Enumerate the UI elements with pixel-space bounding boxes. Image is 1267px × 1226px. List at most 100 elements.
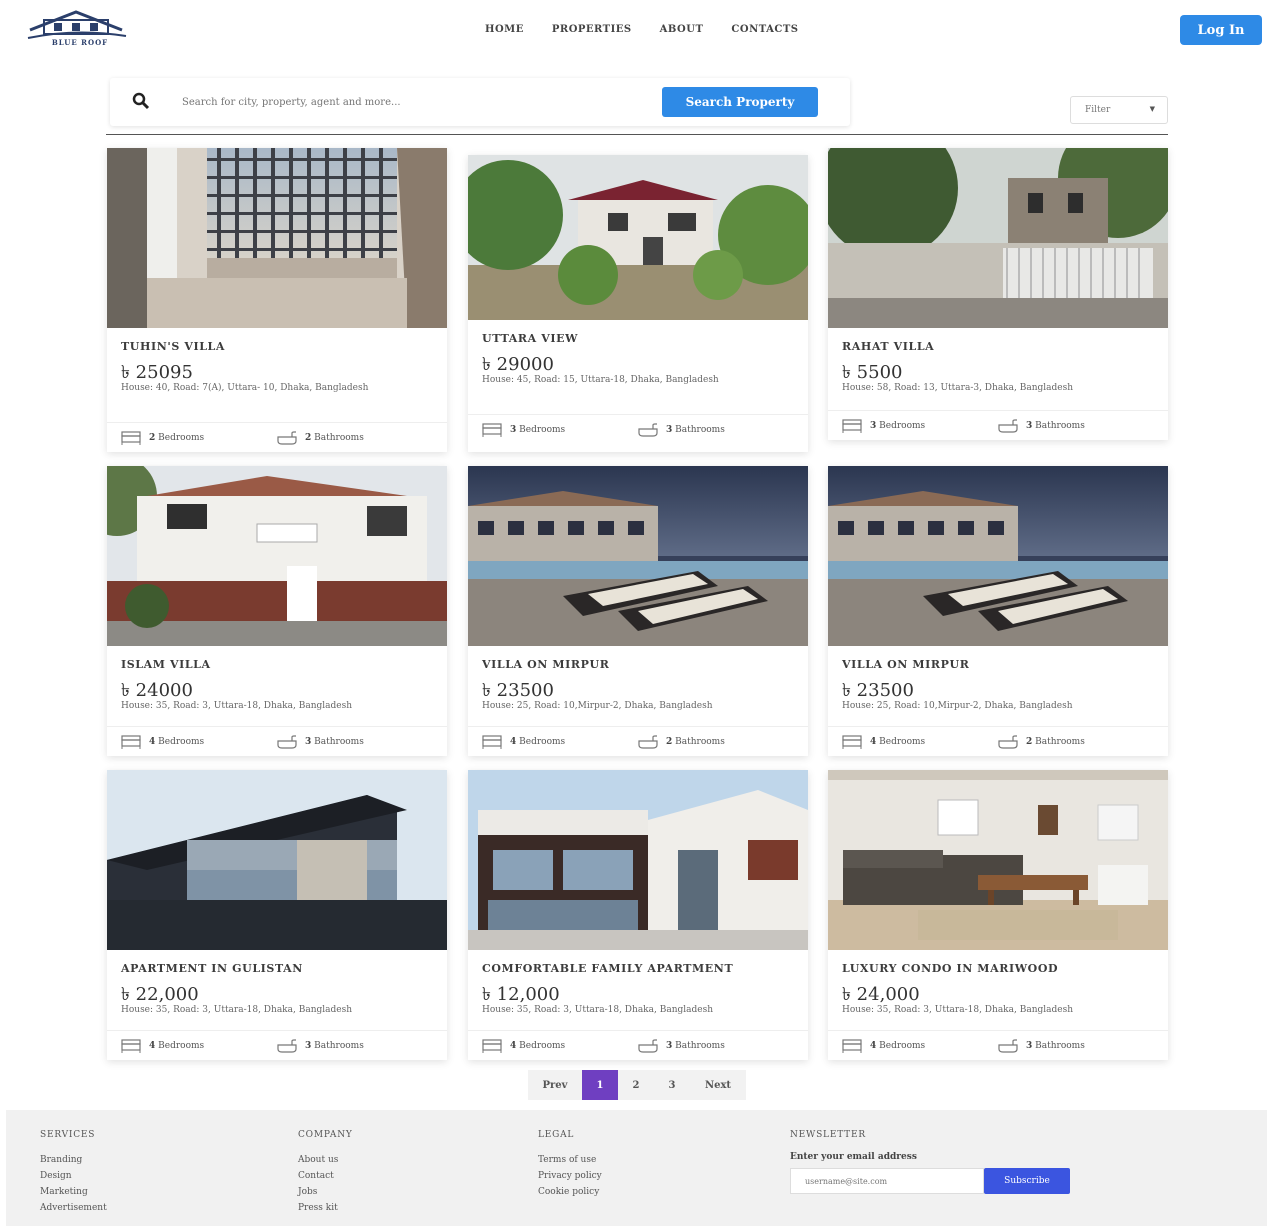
bedrooms-info: 4 Bedrooms (121, 1039, 204, 1053)
logo-text: BLUE ROOF (51, 38, 109, 47)
footer-link-jobs[interactable]: Jobs (298, 1184, 353, 1200)
bathtub-icon (998, 419, 1018, 433)
nav-home[interactable]: HOME (485, 24, 524, 35)
newsletter-email-input[interactable] (790, 1168, 984, 1194)
bed-icon (482, 1039, 502, 1053)
property-title[interactable]: COMFORTABLE FAMILY APARTMENT (482, 962, 733, 975)
bedrooms-label: Bedrooms (158, 737, 205, 747)
bedrooms-label: Bedrooms (879, 1041, 926, 1051)
nav-about[interactable]: ABOUT (660, 24, 704, 35)
footer-link-cookie[interactable]: Cookie policy (538, 1184, 602, 1200)
bathrooms-info: 3 Bathrooms (277, 1039, 364, 1053)
property-title[interactable]: VILLA ON MIRPUR (842, 658, 969, 671)
nav-contacts[interactable]: CONTACTS (731, 24, 798, 35)
pagination-next[interactable]: Next (690, 1070, 746, 1100)
bathrooms-info: 3 Bathrooms (998, 419, 1085, 433)
footer-heading: NEWSLETTER (790, 1130, 866, 1140)
site-footer: SERVICES Branding Design Marketing Adver… (6, 1110, 1267, 1226)
bathtub-icon (998, 735, 1018, 749)
property-address: House: 35, Road: 3, Uttara-18, Dhaka, Ba… (842, 1005, 1074, 1015)
property-title[interactable]: TUHIN'S VILLA (121, 340, 225, 353)
pagination-prev[interactable]: Prev (528, 1070, 582, 1100)
property-image[interactable] (107, 148, 447, 328)
property-card[interactable]: RAHAT VILLA ৳ 5500 House: 58, Road: 13, Ut… (828, 148, 1168, 440)
property-image[interactable] (468, 770, 808, 950)
property-card[interactable]: ISLAM VILLA ৳ 24000 House: 35, Road: 3, Ut… (107, 466, 447, 756)
property-image[interactable] (828, 148, 1168, 328)
property-image[interactable] (828, 770, 1168, 950)
footer-heading: SERVICES (40, 1130, 96, 1140)
property-card[interactable]: COMFORTABLE FAMILY APARTMENT ৳ 12,000 Hous… (468, 770, 808, 1060)
site-header: BLUE ROOF HOME PROPERTIES ABOUT CONTACTS… (0, 0, 1267, 62)
footer-link-advertisement[interactable]: Advertisement (40, 1200, 107, 1216)
property-card[interactable]: TUHIN'S VILLA ৳ 25095 House: 40, Road: 7(A… (107, 148, 447, 452)
bedroom-count: 4 (510, 737, 517, 747)
bedrooms-info: 2 Bedrooms (121, 431, 204, 445)
property-title[interactable]: APARTMENT IN GULISTAN (121, 962, 303, 975)
property-card[interactable]: UTTARA VIEW ৳ 29000 House: 45, Road: 15, U… (468, 155, 808, 452)
bathroom-count: 3 (1026, 1041, 1033, 1051)
property-features: 4 Bedrooms 2 Bathrooms (468, 726, 808, 754)
pagination-page-1[interactable]: 1 (582, 1070, 618, 1100)
bedroom-count: 4 (149, 1041, 156, 1051)
property-title[interactable]: UTTARA VIEW (482, 332, 578, 345)
property-image[interactable] (828, 466, 1168, 646)
filter-select[interactable]: Filter ▼ (1070, 96, 1168, 124)
bathrooms-label: Bathrooms (314, 737, 364, 747)
bathrooms-label: Bathrooms (1035, 737, 1085, 747)
pagination-page-2[interactable]: 2 (618, 1070, 654, 1100)
footer-link-contact[interactable]: Contact (298, 1168, 353, 1184)
footer-legal: LEGAL Terms of use Privacy policy Cookie… (538, 1130, 602, 1200)
nav-properties[interactable]: PROPERTIES (552, 24, 632, 35)
bedrooms-info: 4 Bedrooms (482, 735, 565, 749)
bathrooms-label: Bathrooms (1035, 421, 1085, 431)
property-card[interactable]: LUXURY CONDO IN MARIWOOD ৳ 24,000 House: 3… (828, 770, 1168, 1060)
property-image[interactable] (107, 770, 447, 950)
property-title[interactable]: LUXURY CONDO IN MARIWOOD (842, 962, 1058, 975)
bed-icon (842, 1039, 862, 1053)
footer-link-privacy[interactable]: Privacy policy (538, 1168, 602, 1184)
search-input[interactable] (182, 92, 642, 112)
bathrooms-label: Bathrooms (314, 433, 364, 443)
bedrooms-label: Bedrooms (158, 433, 205, 443)
property-features: 3 Bedrooms 3 Bathrooms (828, 410, 1168, 438)
bathtub-icon (998, 1039, 1018, 1053)
footer-link-terms[interactable]: Terms of use (538, 1152, 602, 1168)
footer-link-marketing[interactable]: Marketing (40, 1184, 107, 1200)
pagination-page-3[interactable]: 3 (654, 1070, 690, 1100)
bed-icon (121, 1039, 141, 1053)
property-title[interactable]: ISLAM VILLA (121, 658, 211, 671)
bathrooms-info: 3 Bathrooms (277, 735, 364, 749)
bed-icon (482, 423, 502, 437)
footer-link-about[interactable]: About us (298, 1152, 353, 1168)
property-title[interactable]: VILLA ON MIRPUR (482, 658, 609, 671)
bed-icon (842, 419, 862, 433)
footer-newsletter: NEWSLETTER Enter your email address Subs… (790, 1130, 1070, 1194)
bedrooms-info: 4 Bedrooms (121, 735, 204, 749)
subscribe-button[interactable]: Subscribe (984, 1168, 1070, 1194)
bathrooms-info: 2 Bathrooms (998, 735, 1085, 749)
bedrooms-info: 4 Bedrooms (842, 1039, 925, 1053)
property-title[interactable]: RAHAT VILLA (842, 340, 934, 353)
bedroom-count: 2 (149, 433, 156, 443)
property-features: 4 Bedrooms 3 Bathrooms (107, 1030, 447, 1058)
newsletter-label: Enter your email address (790, 1152, 917, 1162)
property-card[interactable]: VILLA ON MIRPUR ৳ 23500 House: 25, Road: 1… (828, 466, 1168, 756)
bedrooms-label: Bedrooms (879, 737, 926, 747)
search-property-button[interactable]: Search Property (662, 87, 818, 117)
bathroom-count: 3 (305, 737, 312, 747)
property-image[interactable] (468, 466, 808, 646)
logo[interactable]: BLUE ROOF (26, 8, 134, 50)
footer-company: COMPANY About us Contact Jobs Press kit (298, 1130, 353, 1216)
property-card[interactable]: APARTMENT IN GULISTAN ৳ 22,000 House: 35, … (107, 770, 447, 1060)
bedrooms-label: Bedrooms (519, 737, 566, 747)
footer-link-press-kit[interactable]: Press kit (298, 1200, 353, 1216)
footer-link-design[interactable]: Design (40, 1168, 107, 1184)
login-button[interactable]: Log In (1180, 15, 1262, 45)
footer-link-branding[interactable]: Branding (40, 1152, 107, 1168)
property-image[interactable] (107, 466, 447, 646)
bathtub-icon (638, 1039, 658, 1053)
property-address: House: 35, Road: 3, Uttara-18, Dhaka, Ba… (121, 1005, 353, 1015)
property-card[interactable]: VILLA ON MIRPUR ৳ 23500 House: 25, Road: 1… (468, 466, 808, 756)
property-image[interactable] (468, 155, 808, 320)
